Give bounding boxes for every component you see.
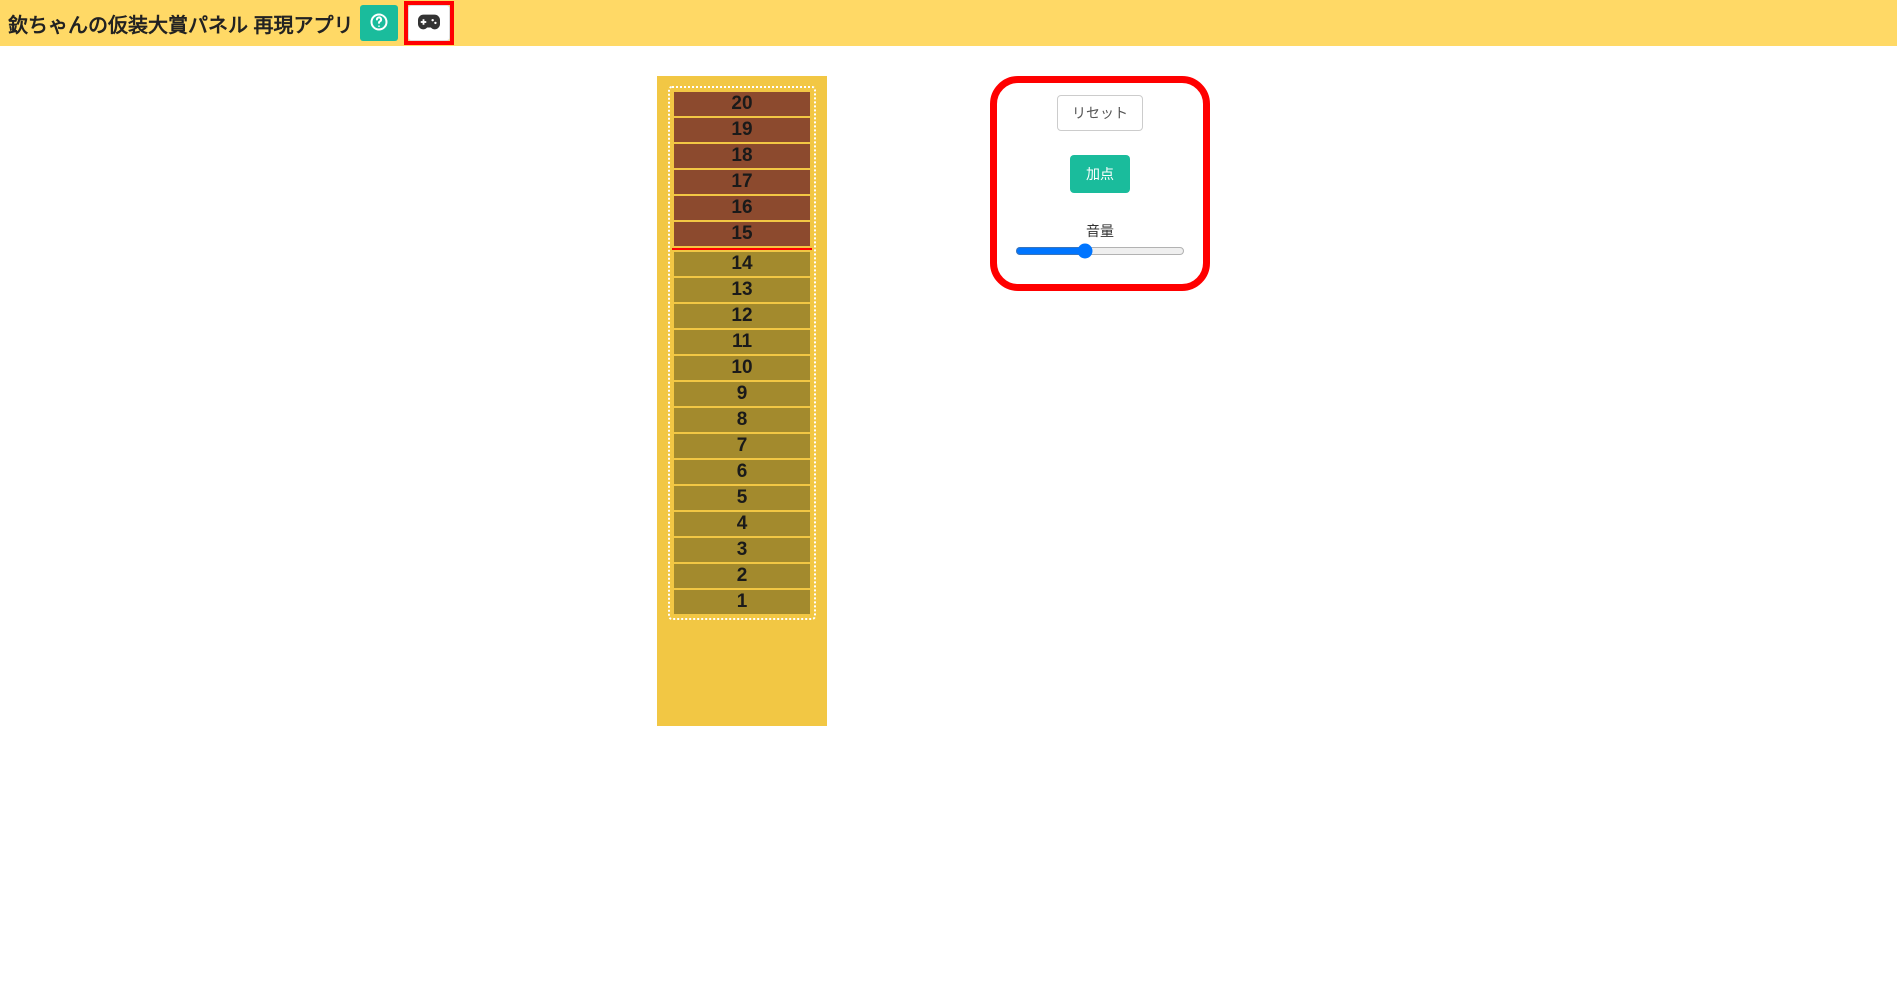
- score-row: 7: [674, 434, 810, 458]
- add-score-button[interactable]: 加点: [1070, 155, 1130, 193]
- main-area: 1234567891011121314151617181920 リセット 加点 …: [0, 46, 1897, 1002]
- score-panel: 1234567891011121314151617181920: [657, 76, 827, 726]
- volume-label: 音量: [1086, 221, 1114, 241]
- score-row: 1: [674, 590, 810, 614]
- score-row: 3: [674, 538, 810, 562]
- score-row: 12: [674, 304, 810, 328]
- score-row: 4: [674, 512, 810, 536]
- threshold-line: [672, 248, 812, 250]
- score-row: 10: [674, 356, 810, 380]
- controls-box: リセット 加点 音量: [990, 76, 1210, 291]
- score-row: 11: [674, 330, 810, 354]
- gamepad-icon: [418, 14, 440, 33]
- score-row: 18: [674, 144, 810, 168]
- score-row: 9: [674, 382, 810, 406]
- score-row: 14: [674, 252, 810, 276]
- score-panel-inner: 1234567891011121314151617181920: [668, 86, 816, 620]
- help-button[interactable]: [360, 5, 398, 41]
- score-row: 13: [674, 278, 810, 302]
- volume-slider[interactable]: [1015, 243, 1185, 259]
- controller-button[interactable]: [408, 5, 450, 41]
- score-row: 15: [674, 222, 810, 246]
- question-circle-icon: [369, 12, 389, 35]
- score-row: 16: [674, 196, 810, 220]
- reset-button[interactable]: リセット: [1057, 95, 1143, 131]
- score-row: 20: [674, 92, 810, 116]
- app-header: 欽ちゃんの仮装大賞パネル 再現アプリ: [0, 0, 1897, 46]
- score-row: 19: [674, 118, 810, 142]
- score-row: 17: [674, 170, 810, 194]
- score-row: 6: [674, 460, 810, 484]
- score-row: 8: [674, 408, 810, 432]
- score-row: 2: [674, 564, 810, 588]
- app-title: 欽ちゃんの仮装大賞パネル 再現アプリ: [8, 9, 354, 38]
- score-row: 5: [674, 486, 810, 510]
